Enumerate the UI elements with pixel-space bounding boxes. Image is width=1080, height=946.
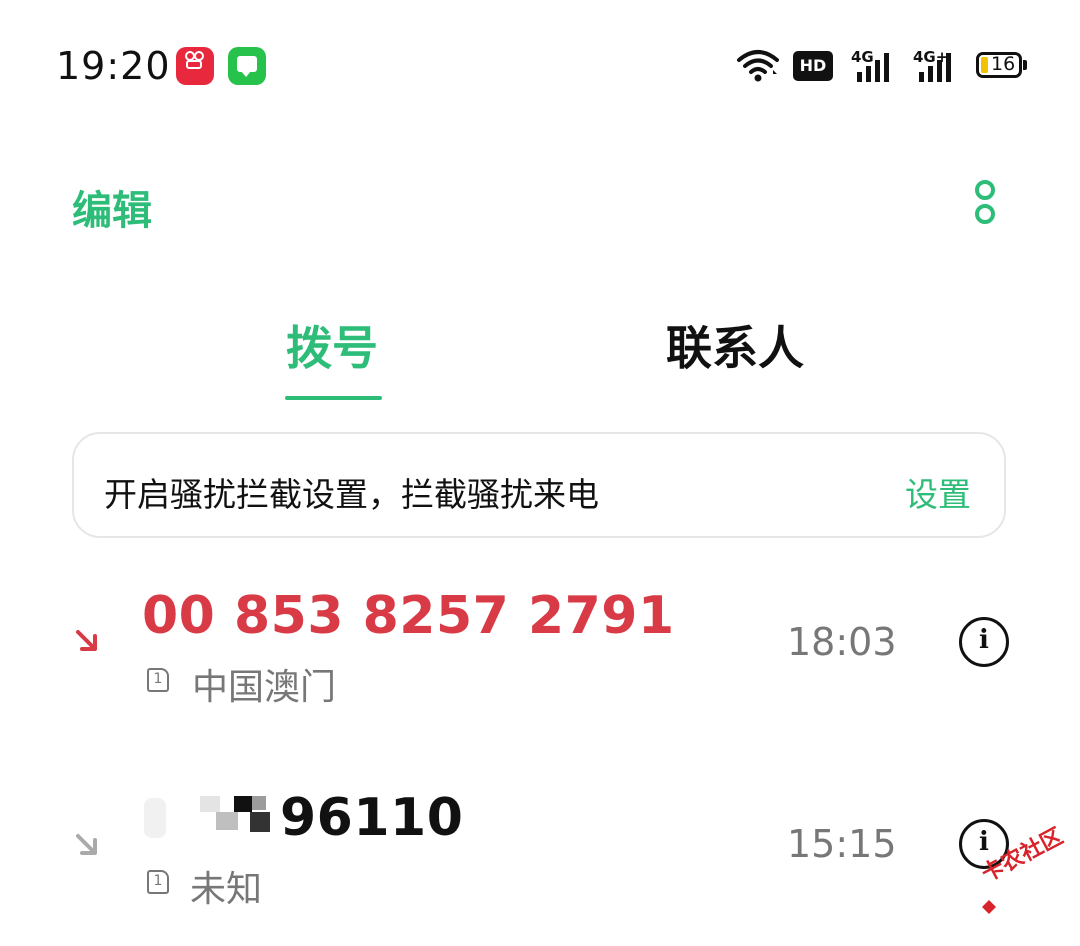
- messages-app-icon: [228, 47, 266, 85]
- signal-sim1-icon: 4G: [851, 48, 897, 82]
- battery-level: 16: [991, 53, 1016, 75]
- active-tab-indicator: [285, 396, 382, 400]
- kuaishou-app-icon: [176, 47, 214, 85]
- call-number: 00 853 8257 2791: [142, 586, 675, 646]
- call-time: 15:15: [787, 822, 897, 866]
- watermark-logo-icon: [982, 900, 996, 914]
- spam-block-banner-text: 开启骚扰拦截设置，拦截骚扰来电: [104, 475, 599, 514]
- tab-contacts[interactable]: 联系人: [666, 312, 804, 378]
- battery-tip: [1023, 60, 1027, 70]
- hd-voice-icon: HD: [793, 51, 833, 81]
- spam-block-settings-button[interactable]: 设置: [905, 468, 971, 516]
- call-location: 未知: [190, 869, 263, 910]
- more-vertical-icon[interactable]: [964, 176, 1004, 230]
- call-info-button[interactable]: i: [959, 617, 1009, 667]
- sim1-icon: 1: [147, 870, 169, 894]
- tab-dial[interactable]: 拨号: [286, 312, 378, 378]
- edit-button[interactable]: 编辑: [72, 178, 152, 236]
- call-number: 96110: [280, 788, 464, 848]
- call-location: 中国澳门: [192, 667, 337, 708]
- sim1-icon: 1: [147, 668, 169, 692]
- call-time: 18:03: [787, 620, 897, 664]
- wifi-icon: [737, 50, 779, 82]
- missed-call-icon: [76, 630, 97, 651]
- call-log-row[interactable]: [0, 770, 1080, 920]
- incoming-call-icon: [76, 834, 97, 855]
- redacted-number-mosaic: [144, 796, 274, 840]
- signal-sim2-icon: 4G+: [913, 48, 959, 82]
- battery-icon: 16: [976, 52, 1022, 78]
- status-time: 19:20: [56, 44, 171, 88]
- video-camera-glyph: [185, 51, 204, 69]
- info-icon: i: [979, 625, 989, 655]
